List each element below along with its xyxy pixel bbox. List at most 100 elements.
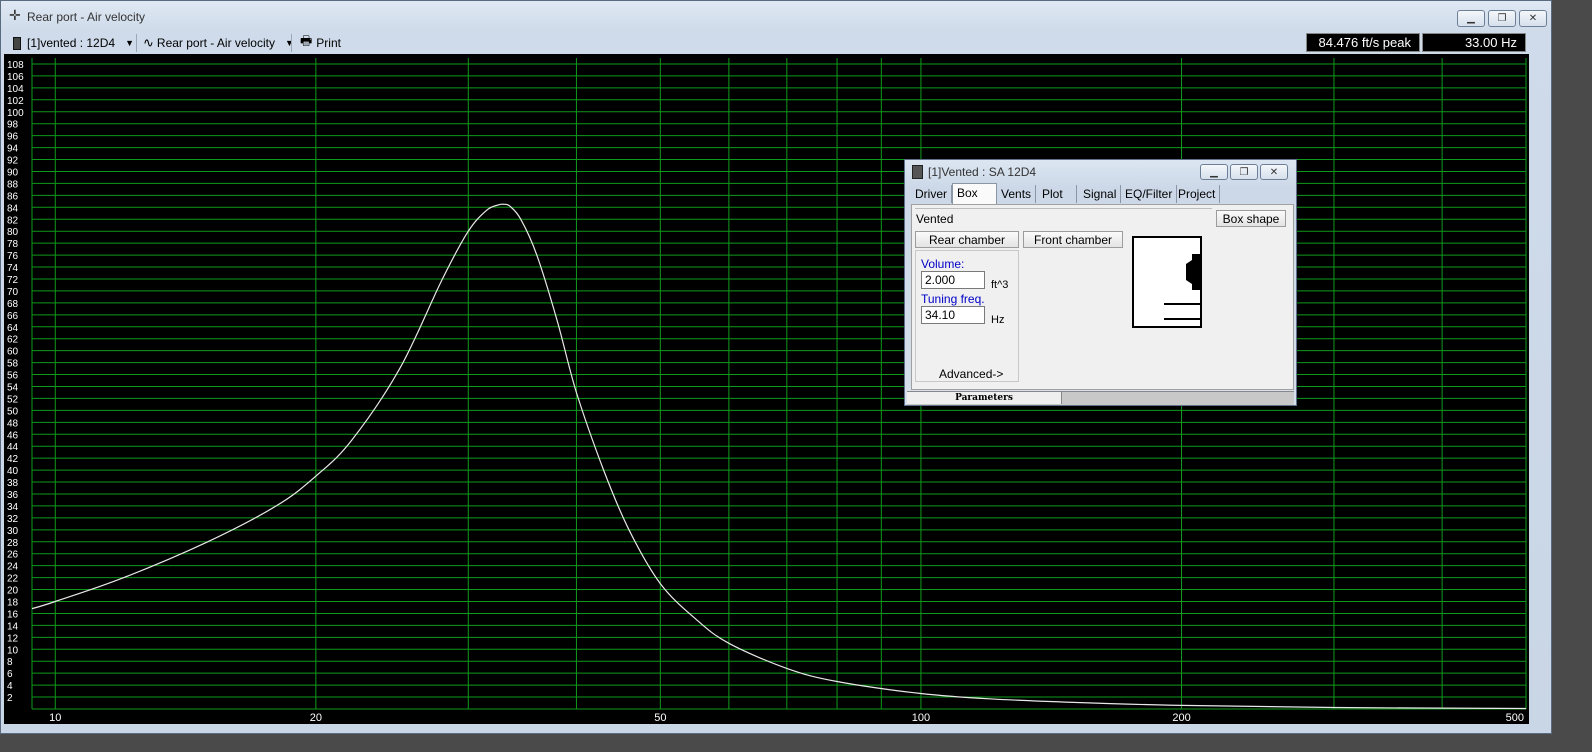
x-tick-label: 200 (1172, 712, 1190, 724)
tuning-field[interactable]: 34.10 (921, 306, 985, 324)
front-chamber-button[interactable]: Front chamber (1023, 231, 1123, 248)
chevron-down-icon: ▼ (125, 38, 134, 48)
y-tick-label: 40 (7, 466, 19, 477)
y-tick-label: 76 (7, 251, 19, 262)
frequency-readout: 33.00 Hz (1422, 33, 1526, 52)
main-window: ✛ Rear port - Air velocity ▁ ❐ ✕ [1]vent… (0, 0, 1552, 734)
chevron-down-icon: ▼ (284, 38, 294, 48)
y-tick-label: 20 (7, 586, 19, 597)
close-button[interactable]: ✕ (1519, 10, 1547, 27)
y-tick-label: 58 (7, 359, 19, 370)
y-tick-label: 50 (7, 406, 19, 417)
x-tick-label: 500 (1506, 712, 1524, 724)
y-tick-label: 30 (7, 526, 19, 537)
y-tick-label: 46 (7, 430, 19, 441)
x-tick-label: 50 (654, 712, 666, 724)
y-tick-label: 60 (7, 347, 19, 358)
y-tick-label: 56 (7, 371, 19, 382)
y-tick-label: 48 (7, 418, 19, 429)
y-tick-label: 72 (7, 275, 19, 286)
y-tick-label: 14 (7, 621, 19, 632)
dialog-minimize-button[interactable]: ▁ (1200, 164, 1228, 180)
title-bar[interactable]: ✛ Rear port - Air velocity ▁ ❐ ✕ (1, 1, 1551, 31)
y-tick-label: 78 (7, 239, 19, 250)
rear-chamber-button[interactable]: Rear chamber (915, 231, 1019, 248)
minimize-button[interactable]: ▁ (1457, 10, 1485, 27)
toolbar: [1]vented : 12D4 ▼ ∿ Rear port - Air vel… (5, 31, 1547, 54)
waveform-icon: ∿ (143, 35, 154, 50)
y-tick-label: 28 (7, 538, 19, 549)
y-tick-label: 92 (7, 156, 19, 167)
y-tick-label: 102 (7, 96, 24, 107)
toolbar-divider (136, 34, 137, 52)
restore-icon: ❐ (1239, 166, 1249, 178)
y-tick-label: 104 (7, 84, 24, 95)
y-tick-label: 12 (7, 633, 19, 644)
y-tick-label: 34 (7, 502, 19, 513)
x-tick-label: 100 (912, 712, 930, 724)
chart-canvas: 2468101214161820222426283032343638404244… (7, 58, 1527, 724)
restore-button[interactable]: ❐ (1488, 10, 1516, 27)
y-tick-label: 26 (7, 550, 19, 561)
driver-cone (1186, 260, 1192, 284)
graph-dropdown-label: Rear port - Air velocity (156, 36, 275, 50)
status-parameters: Parameters (907, 392, 1062, 404)
velocity-chart[interactable]: 2 4 6 8 10 12 14 16 18 20 22 24 26 28 30 32 34 36 38 40 42 44… (4, 54, 1529, 724)
window-title: Rear port - Air velocity (27, 10, 146, 24)
y-tick-label: 98 (7, 120, 19, 131)
project-dropdown-label: [1]vented : 12D4 (27, 36, 116, 50)
y-tick-label: 82 (7, 215, 19, 226)
y-tick-label: 18 (7, 597, 19, 608)
velocity-curve (31, 203, 1527, 710)
volume-field[interactable]: 2.000 (921, 271, 985, 289)
crosshair-icon: ✛ (9, 7, 21, 23)
y-tick-label: 8 (7, 657, 13, 668)
y-tick-label: 106 (7, 72, 24, 83)
y-tick-label: 66 (7, 311, 19, 322)
y-tick-label: 24 (7, 562, 19, 573)
tab-driver[interactable]: Driver (911, 185, 952, 203)
y-tick-label: 16 (7, 609, 19, 620)
dialog-restore-button[interactable]: ❐ (1230, 164, 1258, 180)
y-tick-label: 88 (7, 179, 19, 190)
y-tick-label: 38 (7, 478, 19, 489)
tab-vents[interactable]: Vents (997, 185, 1037, 203)
graph-dropdown[interactable]: ∿ Rear port - Air velocity ▼ (143, 34, 294, 52)
y-tick-label: 2 (7, 693, 13, 704)
dialog-window-controls: ▁ ❐ ✕ (1200, 164, 1288, 180)
y-tick-label: 54 (7, 382, 19, 393)
box-shape-button[interactable]: Box shape (1216, 210, 1286, 227)
tab-eq-filter[interactable]: EQ/Filter (1121, 185, 1178, 203)
tab-project[interactable]: Project (1174, 185, 1221, 203)
dialog-tabs: Driver Box Vents Plot Signal EQ/Filter P… (909, 183, 1289, 204)
minimize-icon: ▁ (1210, 166, 1218, 178)
y-tick-label: 108 (7, 60, 24, 71)
close-icon: ✕ (1528, 13, 1538, 24)
x-tick-label: 20 (310, 712, 322, 724)
dialog-title: [1]Vented : SA 12D4 (928, 165, 1037, 179)
y-tick-label: 4 (7, 681, 13, 692)
print-button[interactable]: 🖶 Print (300, 33, 341, 52)
project-dropdown[interactable]: [1]vented : 12D4 ▼ (13, 34, 134, 52)
tab-box[interactable]: Box (952, 183, 997, 204)
close-icon: ✕ (1269, 166, 1279, 178)
speaker-box-icon (912, 165, 923, 179)
toolbar-divider (291, 34, 292, 52)
box-diagram (1132, 236, 1202, 328)
peak-readout: 84.476 ft/s peak (1306, 33, 1420, 52)
volume-unit: ft^3 (991, 279, 1009, 291)
dialog-close-button[interactable]: ✕ (1260, 164, 1288, 180)
y-tick-label: 84 (7, 203, 19, 214)
box-parameters-dialog: [1]Vented : SA 12D4 ▁ ❐ ✕ Driver Box Ven… (904, 159, 1297, 406)
y-tick-label: 62 (7, 335, 19, 346)
advanced-link[interactable]: Advanced-> (939, 367, 1003, 381)
tab-signal[interactable]: Signal (1079, 185, 1122, 203)
y-tick-label: 74 (7, 263, 19, 274)
y-tick-label: 100 (7, 108, 24, 119)
y-tick-label: 52 (7, 394, 19, 405)
y-tick-label: 68 (7, 299, 19, 310)
x-tick-label: 10 (49, 712, 61, 724)
y-tick-label: 32 (7, 514, 19, 525)
tab-plot[interactable]: Plot (1038, 185, 1077, 203)
y-tick-label: 96 (7, 132, 19, 143)
